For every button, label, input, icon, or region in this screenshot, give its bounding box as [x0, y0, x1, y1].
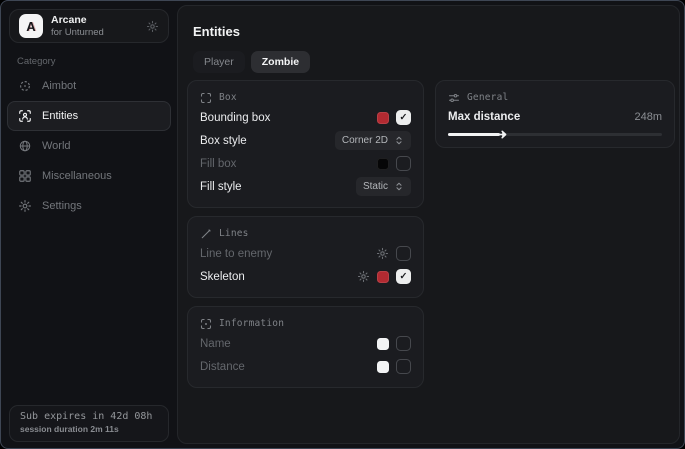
- sidebar-item-label: Miscellaneous: [42, 170, 112, 182]
- line-to-enemy-row: Line to enemy: [200, 242, 411, 265]
- sidebar-item-world[interactable]: World: [7, 131, 171, 161]
- tab-player[interactable]: Player: [193, 51, 245, 73]
- sidebar-item-aimbot[interactable]: Aimbot: [7, 71, 171, 101]
- skeleton-color-swatch[interactable]: [377, 271, 389, 283]
- grid-icon: [18, 169, 32, 183]
- page-title: Entities: [193, 24, 240, 39]
- lines-card: Lines Line to enemy Skeleton: [187, 216, 424, 298]
- sidebar-item-label: World: [42, 140, 71, 152]
- box-style-dropdown[interactable]: Corner 2D: [335, 131, 411, 150]
- slider-thumb-arrow-icon[interactable]: [497, 129, 509, 140]
- fill-style-value: Static: [363, 181, 388, 192]
- name-checkbox[interactable]: [396, 336, 411, 351]
- check-icon: ✓: [400, 112, 408, 123]
- app-window: A Arcane for Unturned Category A: [0, 0, 685, 449]
- fill-box-row: Fill box: [200, 152, 411, 175]
- information-card-title: Information: [219, 318, 284, 329]
- fill-style-row: Fill style Static: [200, 175, 411, 198]
- sidebar-nav: Aimbot Entities World: [7, 71, 171, 221]
- name-color-swatch[interactable]: [377, 338, 389, 350]
- fill-style-dropdown[interactable]: Static: [356, 177, 411, 196]
- fill-style-label: Fill style: [200, 181, 356, 193]
- skeleton-checkbox[interactable]: ✓: [396, 269, 411, 284]
- gear-icon: [18, 199, 32, 213]
- crosshair-icon: [18, 79, 32, 93]
- info-scan-icon: [200, 318, 212, 330]
- max-distance-slider[interactable]: [448, 128, 662, 140]
- information-card: Information Name Distance: [187, 306, 424, 388]
- box-style-row: Box style Corner 2D: [200, 129, 411, 152]
- line-to-enemy-label: Line to enemy: [200, 248, 376, 260]
- general-card-header: General: [448, 89, 662, 106]
- general-card-title: General: [467, 92, 508, 103]
- check-icon: ✓: [400, 271, 408, 282]
- chevron-updown-icon: [394, 135, 404, 146]
- gear-icon[interactable]: [357, 270, 370, 283]
- skeleton-label: Skeleton: [200, 271, 357, 283]
- sidebar-item-miscellaneous[interactable]: Miscellaneous: [7, 161, 171, 191]
- app-meta: Arcane for Unturned: [51, 14, 146, 38]
- bounding-box-row: Bounding box ✓: [200, 106, 411, 129]
- distance-row: Distance: [200, 355, 411, 378]
- sidebar-item-settings[interactable]: Settings: [7, 191, 171, 221]
- name-row: Name: [200, 332, 411, 355]
- max-distance-label: Max distance: [448, 111, 634, 123]
- bounding-box-checkbox[interactable]: ✓: [396, 110, 411, 125]
- category-label: Category: [17, 56, 56, 67]
- distance-checkbox[interactable]: [396, 359, 411, 374]
- person-scan-icon: [18, 109, 32, 123]
- box-card: Box Bounding box ✓ Box style Corner 2D: [187, 80, 424, 208]
- max-distance-row: Max distance 248m: [448, 106, 662, 127]
- diagonal-line-icon: [200, 228, 212, 240]
- lines-card-header: Lines: [200, 225, 411, 242]
- box-corners-icon: [200, 92, 212, 104]
- box-style-value: Corner 2D: [342, 135, 388, 146]
- tab-bar: Player Zombie: [193, 51, 310, 73]
- fill-box-checkbox[interactable]: [396, 156, 411, 171]
- session-duration-text: session duration 2m 11s: [20, 424, 158, 434]
- distance-label: Distance: [200, 361, 377, 373]
- app-subtitle: for Unturned: [51, 27, 146, 38]
- app-header-card: A Arcane for Unturned: [9, 9, 169, 43]
- general-card: General Max distance 248m: [435, 80, 675, 148]
- gear-icon[interactable]: [146, 20, 159, 33]
- sidebar-item-label: Entities: [42, 110, 78, 122]
- main-panel: Entities Player Zombie Box Bounding box …: [177, 5, 680, 444]
- sub-expires-text: Sub expires in 42d 08h: [20, 411, 158, 422]
- box-card-title: Box: [219, 92, 237, 103]
- name-label: Name: [200, 338, 377, 350]
- max-distance-value: 248m: [634, 111, 662, 123]
- lines-card-title: Lines: [219, 228, 249, 239]
- distance-color-swatch[interactable]: [377, 361, 389, 373]
- sidebar-item-label: Aimbot: [42, 80, 76, 92]
- globe-icon: [18, 139, 32, 153]
- sidebar: A Arcane for Unturned Category A: [1, 1, 177, 448]
- skeleton-row: Skeleton ✓: [200, 265, 411, 288]
- bounding-box-color-swatch[interactable]: [377, 112, 389, 124]
- sliders-icon: [448, 92, 460, 104]
- subscription-card: Sub expires in 42d 08h session duration …: [9, 405, 169, 442]
- app-logo: A: [19, 14, 43, 38]
- box-card-header: Box: [200, 89, 411, 106]
- gear-icon[interactable]: [376, 247, 389, 260]
- slider-fill: [448, 133, 500, 136]
- sidebar-item-entities[interactable]: Entities: [7, 101, 171, 131]
- fill-box-color-swatch[interactable]: [377, 158, 389, 170]
- sidebar-item-label: Settings: [42, 200, 82, 212]
- app-title: Arcane: [51, 14, 146, 27]
- fill-box-label: Fill box: [200, 158, 377, 170]
- tab-zombie[interactable]: Zombie: [251, 51, 310, 73]
- bounding-box-label: Bounding box: [200, 112, 377, 124]
- information-card-header: Information: [200, 315, 411, 332]
- line-to-enemy-checkbox[interactable]: [396, 246, 411, 261]
- chevron-updown-icon: [394, 181, 404, 192]
- box-style-label: Box style: [200, 135, 335, 147]
